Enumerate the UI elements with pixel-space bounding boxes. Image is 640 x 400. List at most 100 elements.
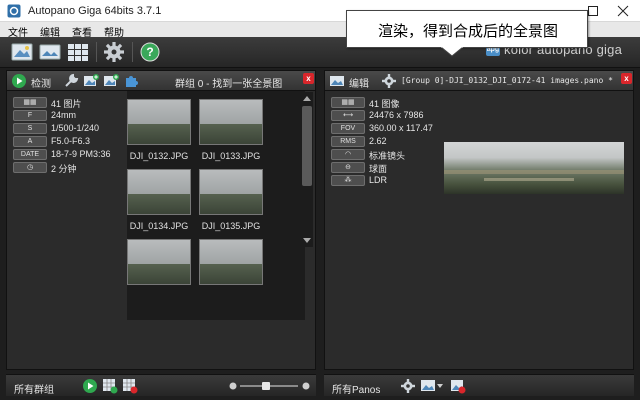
pano-size: 24476 x 7986 (369, 110, 424, 120)
play-detect-icon[interactable] (11, 73, 27, 89)
window-title: Autopano Giga 64bits 3.7.1 (28, 5, 162, 17)
settings-gear-icon (104, 42, 124, 62)
thumbnail-grid: DJI_0132.JPG DJI_0133.JPG DJI_0134.JPG D… (127, 91, 305, 320)
images-icon: ▦▦ (13, 97, 47, 108)
fov-badge: FOV (331, 123, 365, 134)
info-row-aperture: A F5.0-F6.3 (11, 136, 129, 148)
thumbnail-caption: DJI_0135.JPG (201, 221, 261, 231)
thumbnail-caption: DJI_0132.JPG (129, 151, 189, 161)
panoramas-panel: 编辑 [Group 0]-DJI_0132_DJI_0172-41 images… (324, 70, 634, 370)
thumbnail-scrollbar[interactable] (301, 92, 313, 247)
detect-button[interactable] (38, 41, 62, 63)
info-row-focal: F 24mm (11, 110, 129, 122)
callout-pointer (440, 47, 464, 57)
edit-pano-icon[interactable] (329, 73, 345, 89)
ldr-value: LDR (369, 175, 388, 185)
info-row-rms: RMS 2.62 (329, 136, 447, 148)
images-icon: ▦▦ (331, 97, 365, 108)
add-group-icon[interactable] (103, 73, 119, 89)
lens-value: 标准镜头 (369, 151, 406, 161)
help-icon: ? (140, 42, 160, 62)
close-pano-button[interactable]: x (621, 73, 632, 84)
thumbnail-image[interactable] (127, 239, 191, 285)
wrench-icon[interactable] (63, 73, 79, 89)
fov-value: 360.00 x 117.47 (369, 123, 433, 133)
group-title: 群组 0 - 找到一张全景图 (175, 79, 283, 90)
add-image-icon[interactable] (83, 73, 99, 89)
images-count: 41 图片 (51, 99, 82, 109)
help-button[interactable]: ? (138, 41, 162, 63)
thumbnail-image[interactable] (199, 169, 263, 215)
groups-panel-header: 检测 群组 0 - 找到一张全景图 x (7, 71, 315, 91)
batch-button[interactable] (66, 41, 90, 63)
thumbnail-caption: DJI_0134.JPG (129, 221, 189, 231)
duration-value: 2 分钟 (51, 164, 77, 174)
group-info: ▦▦ 41 图片 F 24mm S 1/500-1/240 A F5.0-F6.… (7, 91, 127, 369)
info-row-size: ⟷ 24476 x 7986 (329, 110, 447, 122)
thumbnail-image[interactable] (199, 99, 263, 145)
rms-value: 2.62 (369, 136, 387, 146)
pano-info: ▦▦ 41 图像 ⟷ 24476 x 7986 FOV 360.00 x 117… (325, 91, 445, 369)
thumbnail-image[interactable] (199, 239, 263, 285)
thumbnail-image[interactable] (127, 169, 191, 215)
scroll-up-icon[interactable] (301, 93, 313, 103)
pano-settings-gear-icon[interactable] (381, 73, 397, 89)
batch-icon (68, 44, 88, 61)
info-row-ldr: ⁂ LDR (329, 175, 447, 187)
detect-icon (39, 44, 61, 60)
detect-label[interactable]: 检测 (31, 75, 51, 90)
zoom-slider[interactable] (228, 380, 312, 392)
panos-bottom-bar: 所有Panos (324, 374, 634, 396)
shutter-badge: S (13, 123, 47, 134)
info-row-images: ▦▦ 41 图像 (329, 97, 447, 109)
rms-badge: RMS (331, 136, 365, 147)
toolbar-separator (96, 42, 97, 62)
render-settings-gear-icon[interactable] (400, 378, 416, 394)
pano-title: [Group 0]-DJI_0132_DJI_0172-41 images.pa… (401, 76, 613, 85)
scrollbar-thumb[interactable] (302, 106, 312, 186)
panoramas-panel-header: 编辑 [Group 0]-DJI_0132_DJI_0172-41 images… (325, 71, 633, 91)
groups-panel: 检测 群组 0 - 找到一张全景图 x ▦▦ 41 图片 F 24mm S 1/… (6, 70, 316, 370)
all-panos-label: 所有Panos (332, 385, 381, 396)
aperture-badge: A (13, 136, 47, 147)
info-row-images: ▦▦ 41 图片 (11, 97, 129, 109)
info-row-shutter: S 1/500-1/240 (11, 123, 129, 135)
sphere-projection-icon: ⊖ (331, 162, 365, 173)
thumbnail-image[interactable] (127, 99, 191, 145)
pano-images-count: 41 图像 (369, 99, 400, 109)
settings-button[interactable] (102, 41, 126, 63)
groups-bottom-bar: 所有群组 (6, 374, 316, 396)
info-row-lens: ◠ 标准镜头 (329, 149, 447, 161)
info-row-fov: FOV 360.00 x 117.47 (329, 123, 447, 135)
date-badge: DATE (13, 149, 47, 160)
panorama-preview[interactable] (444, 142, 624, 194)
grid-remove-icon[interactable] (122, 378, 138, 394)
close-window-button[interactable] (608, 0, 638, 22)
clock-icon: ◷ (13, 162, 47, 173)
close-group-button[interactable]: x (303, 73, 314, 84)
focal-badge: F (13, 110, 47, 121)
annotation-callout: 渲染，得到合成后的全景图 (346, 10, 588, 48)
toolbar-separator (132, 42, 133, 62)
scroll-down-icon[interactable] (301, 236, 313, 246)
date-value: 18-7-9 PM3:36 (51, 149, 111, 159)
width-arrows-icon: ⟷ (331, 110, 365, 121)
lens-icon: ◠ (331, 149, 365, 160)
shutter-value: 1/500-1/240 (51, 123, 100, 133)
callout-text: 渲染，得到合成后的全景图 (377, 22, 558, 40)
thumbnail-caption: DJI_0133.JPG (201, 151, 261, 161)
import-images-button[interactable] (10, 41, 34, 63)
remove-pano-icon[interactable] (450, 378, 466, 394)
render-dropdown-icon[interactable] (420, 378, 444, 394)
focal-value: 24mm (51, 110, 77, 120)
info-row-duration: ◷ 2 分钟 (11, 162, 129, 174)
grid-add-icon[interactable] (102, 378, 118, 394)
svg-text:?: ? (146, 45, 153, 59)
info-row-date: DATE 18-7-9 PM3:36 (11, 149, 129, 161)
edit-label[interactable]: 编辑 (349, 75, 369, 90)
aperture-value: F5.0-F6.3 (51, 136, 91, 146)
puzzle-icon[interactable] (123, 73, 139, 89)
projection-value: 球面 (369, 164, 388, 174)
import-images-icon (11, 43, 33, 61)
play-all-icon[interactable] (82, 378, 98, 394)
